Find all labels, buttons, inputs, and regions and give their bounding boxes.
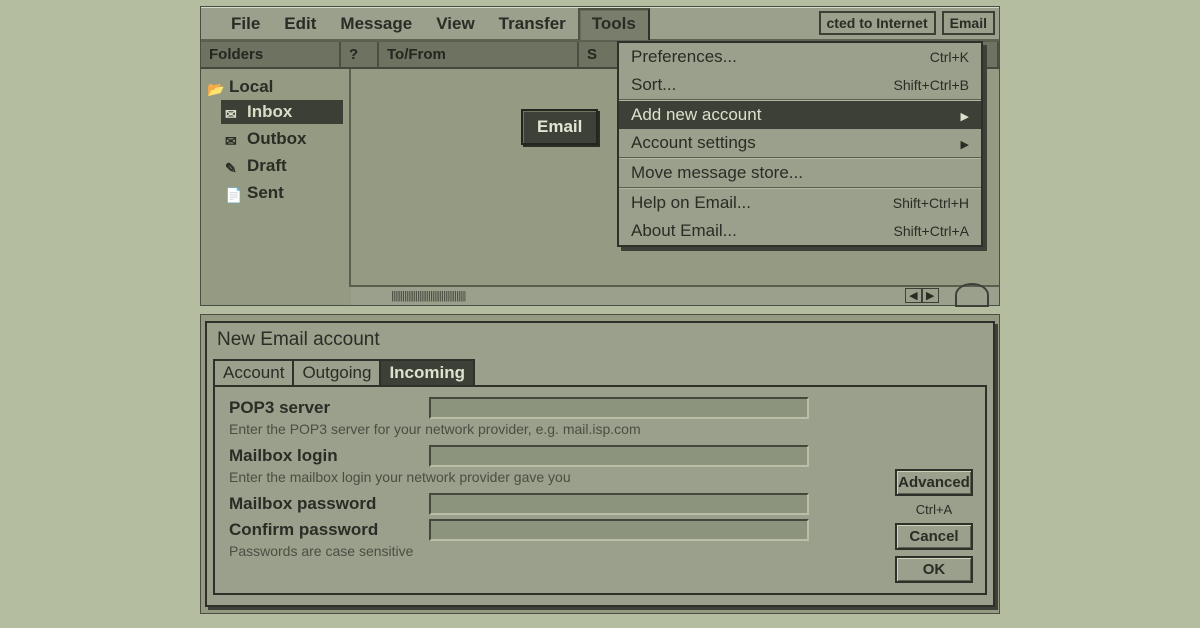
menu-help-on-email[interactable]: Help on Email... Shift+Ctrl+H xyxy=(619,189,981,217)
app-badge[interactable]: Email xyxy=(942,11,995,35)
pop3-server-label: POP3 server xyxy=(229,398,429,418)
menu-view[interactable]: View xyxy=(424,10,486,38)
tab-account[interactable]: Account xyxy=(213,359,294,385)
menu-file[interactable]: File xyxy=(219,10,272,38)
menu-preferences[interactable]: Preferences... Ctrl+K xyxy=(619,43,981,71)
menu-item-label: Add new account xyxy=(631,105,761,125)
menu-item-shortcut: Shift+Ctrl+A xyxy=(894,223,969,239)
tree-item-label: Sent xyxy=(247,183,284,203)
menu-item-shortcut: Shift+Ctrl+H xyxy=(893,195,969,211)
tree-item-label: Draft xyxy=(247,156,287,176)
new-account-dialog: New Email account Account Outgoing Incom… xyxy=(205,321,995,607)
mailbox-password-input[interactable] xyxy=(429,493,809,515)
tab-incoming[interactable]: Incoming xyxy=(379,359,475,385)
mailbox-login-hint: Enter the mailbox login your network pro… xyxy=(229,469,971,485)
menu-item-label: Help on Email... xyxy=(631,193,751,213)
mailbox-password-label: Mailbox password xyxy=(229,494,429,514)
tree-item-inbox[interactable]: Inbox xyxy=(221,100,343,124)
menu-account-settings[interactable]: Account settings xyxy=(619,129,981,157)
confirm-password-label: Confirm password xyxy=(229,520,429,540)
submenu-arrow-icon xyxy=(953,133,969,153)
menu-sort[interactable]: Sort... Shift+Ctrl+B xyxy=(619,71,981,99)
menu-item-shortcut: Ctrl+K xyxy=(930,49,969,65)
outbox-icon xyxy=(225,131,243,147)
scroll-arrows: ◀ ▶ xyxy=(905,288,939,303)
menu-add-new-account[interactable]: Add new account xyxy=(619,101,981,129)
tree-root-local[interactable]: Local xyxy=(207,77,343,97)
dialog-tabs: Account Outgoing Incoming xyxy=(213,359,993,385)
mailbox-login-label: Mailbox login xyxy=(229,446,429,466)
dialog-button-stack: Advanced Ctrl+A Cancel OK xyxy=(895,469,973,583)
cancel-button[interactable]: Cancel xyxy=(895,523,973,550)
menu-item-shortcut: Shift+Ctrl+B xyxy=(894,77,969,93)
tools-dropdown: Preferences... Ctrl+K Sort... Shift+Ctrl… xyxy=(617,41,983,247)
menu-item-label: Preferences... xyxy=(631,47,737,67)
col-tofrom[interactable]: To/From xyxy=(379,42,579,67)
menu-transfer[interactable]: Transfer xyxy=(487,10,578,38)
pop3-server-input[interactable] xyxy=(429,397,809,419)
menu-edit[interactable]: Edit xyxy=(272,10,328,38)
scroll-left-icon[interactable]: ◀ xyxy=(905,288,922,303)
connection-status: cted to Internet xyxy=(819,11,936,35)
tree-item-outbox[interactable]: Outbox xyxy=(221,127,343,151)
tree-item-draft[interactable]: Draft xyxy=(221,154,343,178)
advanced-shortcut: Ctrl+A xyxy=(916,502,952,517)
tab-incoming-body: POP3 server Enter the POP3 server for yo… xyxy=(213,385,987,595)
confirm-password-input[interactable] xyxy=(429,519,809,541)
advanced-button[interactable]: Advanced xyxy=(895,469,973,496)
tree-item-label: Inbox xyxy=(247,102,292,122)
scrollbar-ticks: |||||||||||||||||||||||||||||||||||||||| xyxy=(391,290,465,302)
pop3-server-hint: Enter the POP3 server for your network p… xyxy=(229,421,971,437)
folder-open-icon xyxy=(207,79,225,95)
tree-root-label: Local xyxy=(229,77,273,97)
new-account-dialog-window: New Email account Account Outgoing Incom… xyxy=(200,314,1000,614)
menu-item-label: About Email... xyxy=(631,221,737,241)
submenu-category-label: Email xyxy=(521,109,598,145)
scroll-right-icon[interactable]: ▶ xyxy=(922,288,939,303)
clock-icon xyxy=(955,283,989,307)
col-question[interactable]: ? xyxy=(341,42,379,67)
inbox-icon xyxy=(225,104,243,120)
tree-item-label: Outbox xyxy=(247,129,307,149)
tree-item-sent[interactable]: Sent xyxy=(221,181,343,205)
menu-item-label: Sort... xyxy=(631,75,676,95)
status-bar: ||||||||||||||||||||||||||||||||||||||||… xyxy=(351,285,999,305)
password-hint: Passwords are case sensitive xyxy=(229,543,971,559)
dialog-title: New Email account xyxy=(207,323,993,359)
folder-tree: Local Inbox Outbox Draft Sent xyxy=(201,69,351,287)
col-folders[interactable]: Folders xyxy=(201,42,341,67)
email-main-window: File Edit Message View Transfer Tools ct… xyxy=(200,6,1000,306)
menu-item-label: Move message store... xyxy=(631,163,803,183)
menu-tools[interactable]: Tools xyxy=(578,8,650,40)
submenu-arrow-icon xyxy=(953,105,969,125)
menu-item-label: Account settings xyxy=(631,133,756,153)
menu-message[interactable]: Message xyxy=(328,10,424,38)
menu-move-message-store[interactable]: Move message store... xyxy=(619,159,981,187)
ok-button[interactable]: OK xyxy=(895,556,973,583)
mailbox-login-input[interactable] xyxy=(429,445,809,467)
menu-about-email[interactable]: About Email... Shift+Ctrl+A xyxy=(619,217,981,245)
tab-outgoing[interactable]: Outgoing xyxy=(292,359,381,385)
sent-icon xyxy=(225,185,243,201)
draft-icon xyxy=(225,158,243,174)
